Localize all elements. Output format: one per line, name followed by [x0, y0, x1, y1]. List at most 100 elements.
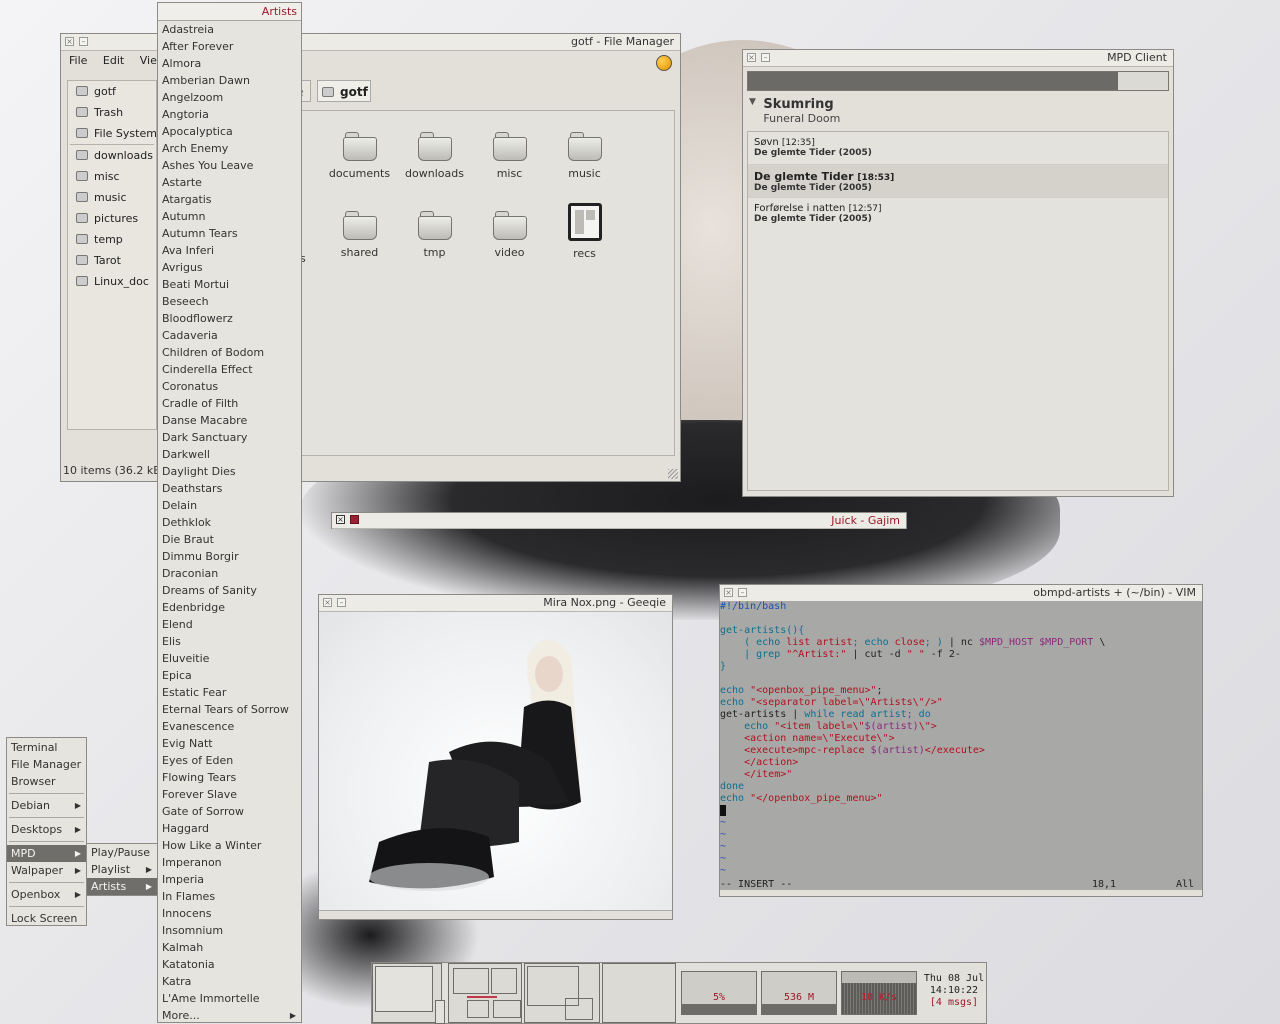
folder-misc[interactable]: misc [472, 131, 547, 180]
vim-editor[interactable]: #!/bin/bash get-artists(){ ( echo list a… [720, 601, 1202, 890]
menu-item-artist[interactable]: Almora [158, 55, 301, 72]
folder-downloads[interactable]: downloads [397, 131, 472, 180]
folder-tmp[interactable]: tmp [397, 210, 472, 259]
menu-item-artist[interactable]: Cadaveria [158, 327, 301, 344]
menu-item-artist[interactable]: Darkwell [158, 446, 301, 463]
menu-item-artist[interactable]: Children of Bodom [158, 344, 301, 361]
menu-item-playlist[interactable]: Playlist ▶ [87, 861, 157, 878]
menu-item-more[interactable]: More... ▶ [158, 1007, 301, 1024]
menu-item-artist[interactable]: Atargatis [158, 191, 301, 208]
menu-item-artist[interactable]: Gate of Sorrow [158, 803, 301, 820]
menu-item-artist[interactable]: Autumn [158, 208, 301, 225]
menu-item-artist[interactable]: Kalmah [158, 939, 301, 956]
close-icon[interactable]: × [323, 598, 332, 607]
menu-item-artist[interactable]: Ashes You Leave [158, 157, 301, 174]
folder-documents[interactable]: documents [322, 131, 397, 180]
menu-item-artist[interactable]: Eluveitie [158, 650, 301, 667]
menu-item-artist[interactable]: Elend [158, 616, 301, 633]
sidebar-item-gotf[interactable]: gotf [68, 81, 156, 102]
menu-item-file-manager[interactable]: File Manager [7, 756, 86, 773]
menu-item-artist[interactable]: Deathstars [158, 480, 301, 497]
menu-item-artist[interactable]: Elis [158, 633, 301, 650]
menu-item-artist[interactable]: Innocens [158, 905, 301, 922]
menu-item-artist[interactable]: Cradle of Filth [158, 395, 301, 412]
menu-item-mpd[interactable]: MPD ▶ [7, 845, 86, 862]
menu-item-openbox[interactable]: Openbox ▶ [7, 886, 86, 903]
file-recs[interactable]: recs [547, 203, 622, 260]
icon-view[interactable]: s documents downloads misc music shared … [291, 110, 675, 456]
menu-item-artist[interactable]: Insomnium [158, 922, 301, 939]
menu-file[interactable]: File [69, 54, 87, 67]
menu-item-artist[interactable]: Evig Natt [158, 735, 301, 752]
menu-item-lock-screen[interactable]: Lock Screen [7, 910, 86, 927]
pager-desktop-1[interactable] [372, 963, 445, 1024]
clock[interactable]: Thu 08 Jul 14:10:22 [4 msgs] [922, 973, 986, 1009]
minimize-icon[interactable]: – [79, 37, 88, 46]
sidebar-item-tarot[interactable]: Tarot [68, 250, 156, 271]
menu-item-artist[interactable]: Cinderella Effect [158, 361, 301, 378]
menu-item-debian[interactable]: Debian ▶ [7, 797, 86, 814]
sidebar-item-trash[interactable]: Trash [68, 102, 156, 123]
menu-item-artist[interactable]: Beati Mortui [158, 276, 301, 293]
menu-item-artist[interactable]: Epica [158, 667, 301, 684]
menu-item-artist[interactable]: In Flames [158, 888, 301, 905]
menu-item-artists[interactable]: Artists ▶ [87, 878, 157, 895]
menu-item-artist[interactable]: Apocalyptica [158, 123, 301, 140]
menu-item-artist[interactable]: Katatonia [158, 956, 301, 973]
menu-item-artist[interactable]: Adastreia [158, 21, 301, 38]
close-icon[interactable]: × [336, 515, 345, 524]
menu-item-artist[interactable]: Danse Macabre [158, 412, 301, 429]
menu-item-artist[interactable]: Edenbridge [158, 599, 301, 616]
menu-item-artist[interactable]: Forever Slave [158, 786, 301, 803]
menu-item-artist[interactable]: Die Braut [158, 531, 301, 548]
folder-music[interactable]: music [547, 131, 622, 180]
menu-item-artist[interactable]: L'Ame Immortelle [158, 990, 301, 1007]
menu-item-play-pause[interactable]: Play/Pause [87, 844, 157, 861]
menu-item-artist[interactable]: After Forever [158, 38, 301, 55]
menu-item-artist[interactable]: Dethklok [158, 514, 301, 531]
menu-item-artist[interactable]: Flowing Tears [158, 769, 301, 786]
folder-shared[interactable]: shared [322, 210, 397, 259]
playlist-row[interactable]: Søvn [12:35] De glemte Tider (2005) [748, 132, 1168, 165]
minimize-icon[interactable]: – [738, 588, 747, 597]
sidebar-item-linux-doc[interactable]: Linux_doc [68, 271, 156, 292]
menu-item-artist[interactable]: Eternal Tears of Sorrow [158, 701, 301, 718]
menu-item-artist[interactable]: Draconian [158, 565, 301, 582]
close-icon[interactable]: × [724, 588, 733, 597]
sidebar-item-temp[interactable]: temp [68, 229, 156, 250]
menu-edit[interactable]: Edit [103, 54, 124, 67]
pager-desktop-4[interactable] [602, 963, 676, 1023]
menu-item-artist[interactable]: Angelzoom [158, 89, 301, 106]
menu-item-artist[interactable]: Evanescence [158, 718, 301, 735]
menu-item-artist[interactable]: Ava Inferi [158, 242, 301, 259]
vim-titlebar[interactable]: × – obmpd-artists + (~/bin) - VIM [720, 585, 1202, 602]
menu-item-artist[interactable]: Dimmu Borgir [158, 548, 301, 565]
menu-item-desktops[interactable]: Desktops ▶ [7, 821, 86, 838]
file-manager-titlebar[interactable]: × – gotf - File Manager [61, 34, 680, 51]
image-scrollbar[interactable] [319, 910, 672, 919]
menu-item-artist[interactable]: Delain [158, 497, 301, 514]
menu-item-artist[interactable]: Daylight Dies [158, 463, 301, 480]
menu-item-artist[interactable]: Coronatus [158, 378, 301, 395]
menu-item-artist[interactable]: Imperia [158, 871, 301, 888]
menu-item-artist[interactable]: Arch Enemy [158, 140, 301, 157]
minimize-icon[interactable]: – [337, 598, 346, 607]
pager-desktop-2[interactable] [448, 963, 522, 1023]
sidebar-item-misc[interactable]: misc [68, 166, 156, 187]
sidebar-item-music[interactable]: music [68, 187, 156, 208]
menu-item-artist[interactable]: Avrigus [158, 259, 301, 276]
close-icon[interactable]: × [65, 37, 74, 46]
menu-item-artist[interactable]: Estatic Fear [158, 684, 301, 701]
song-progress-bar[interactable] [747, 71, 1169, 91]
menu-item-artist[interactable]: Katra [158, 973, 301, 990]
resize-grip-icon[interactable] [668, 469, 678, 479]
menu-item-artist[interactable]: Bloodflowerz [158, 310, 301, 327]
menu-item-artist[interactable]: Amberian Dawn [158, 72, 301, 89]
menu-item-artist[interactable]: Angtoria [158, 106, 301, 123]
gajim-titlebar[interactable]: × Juick - Gajim [332, 513, 906, 529]
expander-icon[interactable]: ▼ [749, 97, 756, 107]
artist-header[interactable]: ▼ Skumring Funeral Doom [749, 97, 840, 125]
menu-item-browser[interactable]: Browser [7, 773, 86, 790]
file-manager-window[interactable]: × – gotf - File Manager File Edit View g… [60, 33, 681, 482]
minimize-icon[interactable] [350, 515, 359, 524]
